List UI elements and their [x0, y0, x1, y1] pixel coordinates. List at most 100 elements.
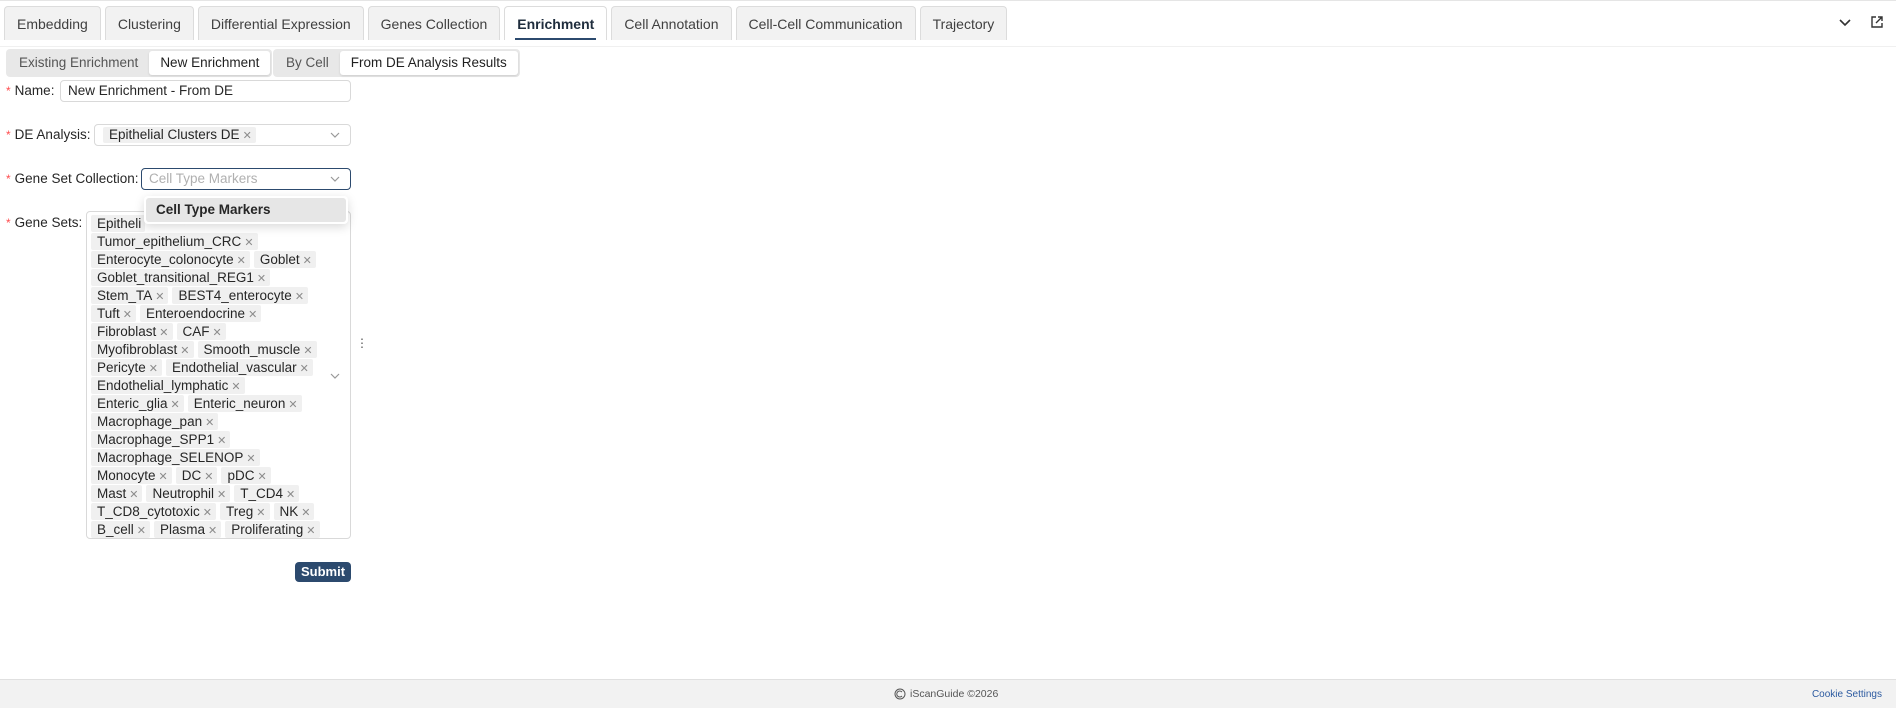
- remove-tag-icon[interactable]: ✕: [171, 399, 180, 411]
- gene-set-collection-select[interactable]: Cell Type Markers: [141, 168, 351, 190]
- gene-set-tag: Fibroblast ✕: [91, 323, 173, 340]
- chevron-down-icon[interactable]: [1838, 15, 1852, 29]
- remove-tag-icon[interactable]: ✕: [129, 489, 138, 501]
- gene-set-tag: Enteric_neuron ✕: [187, 395, 302, 412]
- tab-genes-collection[interactable]: Genes Collection: [367, 6, 501, 40]
- resize-handle-icon[interactable]: ⋮: [356, 336, 368, 350]
- remove-tag-icon[interactable]: ✕: [301, 507, 310, 519]
- gene-set-tag-label: Epitheli: [97, 216, 142, 231]
- remove-tag-icon[interactable]: ✕: [257, 273, 266, 285]
- gene-set-tag-label: Tumor_epithelium_CRC: [97, 234, 242, 249]
- tab-enrichment[interactable]: Enrichment: [504, 6, 608, 40]
- tag-row: Goblet_transitional_REG1 ✕: [91, 268, 346, 286]
- remove-tag-icon[interactable]: ✕: [203, 507, 212, 519]
- open-external-icon[interactable]: [1870, 15, 1884, 29]
- gene-set-tag: Macrophage_SPP1 ✕: [91, 431, 231, 448]
- remove-tag-icon[interactable]: ✕: [295, 291, 304, 303]
- remove-tag-icon[interactable]: ✕: [237, 255, 246, 267]
- tag-row: Macrophage_SELENOP ✕: [91, 448, 346, 466]
- gene-set-tag-label: Plasma: [160, 522, 206, 537]
- tab-trajectory[interactable]: Trajectory: [919, 6, 1008, 40]
- gene-set-tag: Monocyte ✕: [91, 467, 172, 484]
- tab-differential-expression[interactable]: Differential Expression: [197, 6, 364, 40]
- cookie-settings-link[interactable]: Cookie Settings: [1812, 689, 1882, 700]
- remove-tag-icon[interactable]: ✕: [303, 255, 312, 267]
- name-label: * Name:: [6, 83, 55, 98]
- tag-row: Pericyte ✕ Endothelial_vascular ✕: [91, 358, 346, 376]
- remove-tag-icon[interactable]: ✕: [217, 489, 226, 501]
- remove-tag-icon[interactable]: ✕: [208, 525, 217, 537]
- gene-set-tag-label: Proliferating: [231, 522, 304, 537]
- remove-tag-icon[interactable]: ✕: [217, 435, 226, 447]
- source-by-cell[interactable]: By Cell: [275, 51, 340, 75]
- tag-row: Macrophage_SPP1 ✕: [91, 430, 346, 448]
- remove-tag-icon[interactable]: ✕: [149, 363, 158, 375]
- tag-row: Tumor_epithelium_CRC ✕: [91, 232, 346, 250]
- gene-set-tag-label: Macrophage_pan: [97, 414, 203, 429]
- gene-set-tag: Endothelial_vascular ✕: [166, 359, 313, 376]
- gene-set-tag-label: Endothelial_lymphatic: [97, 378, 229, 393]
- gene-set-tag-label: Fibroblast: [97, 324, 157, 339]
- remove-tag-icon[interactable]: ✕: [288, 399, 297, 411]
- gene-set-tag-label: Goblet: [259, 252, 300, 267]
- remove-tag-icon[interactable]: ✕: [180, 345, 189, 357]
- remove-tag-icon[interactable]: ✕: [204, 471, 213, 483]
- gene-set-tag: Plasma ✕: [154, 521, 222, 538]
- tab-list: Embedding Clustering Differential Expressi…: [4, 6, 1008, 40]
- remove-tag-icon[interactable]: ✕: [246, 453, 255, 465]
- tab-clustering[interactable]: Clustering: [104, 6, 194, 40]
- remove-tag-icon[interactable]: ✕: [244, 237, 253, 249]
- tag-row: Enteric_glia ✕ Enteric_neuron ✕: [91, 394, 346, 412]
- gene-set-tag: T_CD4 ✕: [234, 485, 300, 502]
- gene-set-tag-label: Myofibroblast: [97, 342, 178, 357]
- gene-set-tag-label: Treg: [226, 504, 254, 519]
- gene-set-tag-label: T_CD8_cytotoxic: [97, 504, 200, 519]
- tab-cell-annotation[interactable]: Cell Annotation: [611, 6, 732, 40]
- mode-existing-enrichment[interactable]: Existing Enrichment: [8, 51, 149, 75]
- footer: iScanGuide ©2026 Cookie Settings: [0, 679, 1896, 708]
- source-toggle: By Cell From DE Analysis Results: [273, 49, 520, 77]
- remove-tag-icon[interactable]: ✕: [286, 489, 295, 501]
- remove-tag-icon[interactable]: ✕: [243, 130, 252, 142]
- footer-copyright: iScanGuide ©2026: [894, 688, 998, 700]
- gene-set-tag: Tumor_epithelium_CRC ✕: [91, 233, 258, 250]
- tag-row: Mast ✕ Neutrophil ✕ T_CD4 ✕: [91, 484, 346, 502]
- tag-row: Enterocyte_colonocyte ✕ Goblet ✕: [91, 250, 346, 268]
- tab-embedding[interactable]: Embedding: [4, 6, 101, 40]
- remove-tag-icon[interactable]: ✕: [303, 345, 312, 357]
- gene-set-tag-label: B_cell: [97, 522, 134, 537]
- remove-tag-icon[interactable]: ✕: [257, 471, 266, 483]
- remove-tag-icon[interactable]: ✕: [300, 363, 309, 375]
- remove-tag-icon[interactable]: ✕: [155, 291, 164, 303]
- remove-tag-icon[interactable]: ✕: [159, 327, 168, 339]
- tag-row: Endothelial_lymphatic ✕: [91, 376, 346, 394]
- remove-tag-icon[interactable]: ✕: [205, 417, 214, 429]
- dropdown-option-cell-type-markers[interactable]: Cell Type Markers: [146, 198, 346, 222]
- tag-row: Myofibroblast ✕ Smooth_muscle ✕: [91, 340, 346, 358]
- source-from-de[interactable]: From DE Analysis Results: [339, 51, 518, 75]
- remove-tag-icon[interactable]: ✕: [159, 471, 168, 483]
- submit-button[interactable]: Submit: [295, 562, 351, 582]
- gene-set-tag-label: Endothelial_vascular: [172, 360, 297, 375]
- remove-tag-icon[interactable]: ✕: [256, 507, 265, 519]
- remove-tag-icon[interactable]: ✕: [213, 327, 222, 339]
- chevron-down-icon: [330, 132, 340, 138]
- tag-row: T_CD8_cytotoxic ✕ Treg ✕ NK ✕: [91, 502, 346, 520]
- mode-toggle: Existing Enrichment New Enrichment: [6, 49, 273, 77]
- remove-tag-icon[interactable]: ✕: [306, 525, 315, 537]
- remove-tag-icon[interactable]: ✕: [248, 309, 257, 321]
- gene-set-tag: Epitheli: [91, 215, 146, 232]
- mode-new-enrichment[interactable]: New Enrichment: [149, 51, 271, 75]
- de-analysis-select[interactable]: Epithelial Clusters DE ✕: [94, 124, 351, 146]
- gene-set-tag-label: Macrophage_SELENOP: [97, 450, 244, 465]
- name-field[interactable]: New Enrichment - From DE: [60, 80, 351, 102]
- gene-sets-select[interactable]: Epitheli Tumor_epithelium_CRC ✕ Enterocyte_…: [86, 211, 351, 539]
- tab-cell-cell-communication[interactable]: Cell-Cell Communication: [735, 6, 916, 40]
- remove-tag-icon[interactable]: ✕: [231, 381, 240, 393]
- remove-tag-icon[interactable]: ✕: [137, 525, 146, 537]
- gene-set-tag: Pericyte ✕: [91, 359, 162, 376]
- gene-set-tag: Stem_TA ✕: [91, 287, 169, 304]
- remove-tag-icon[interactable]: ✕: [123, 309, 132, 321]
- gene-set-tag: Mast ✕: [91, 485, 143, 502]
- gene-set-tag: Enteroendocrine ✕: [139, 305, 262, 322]
